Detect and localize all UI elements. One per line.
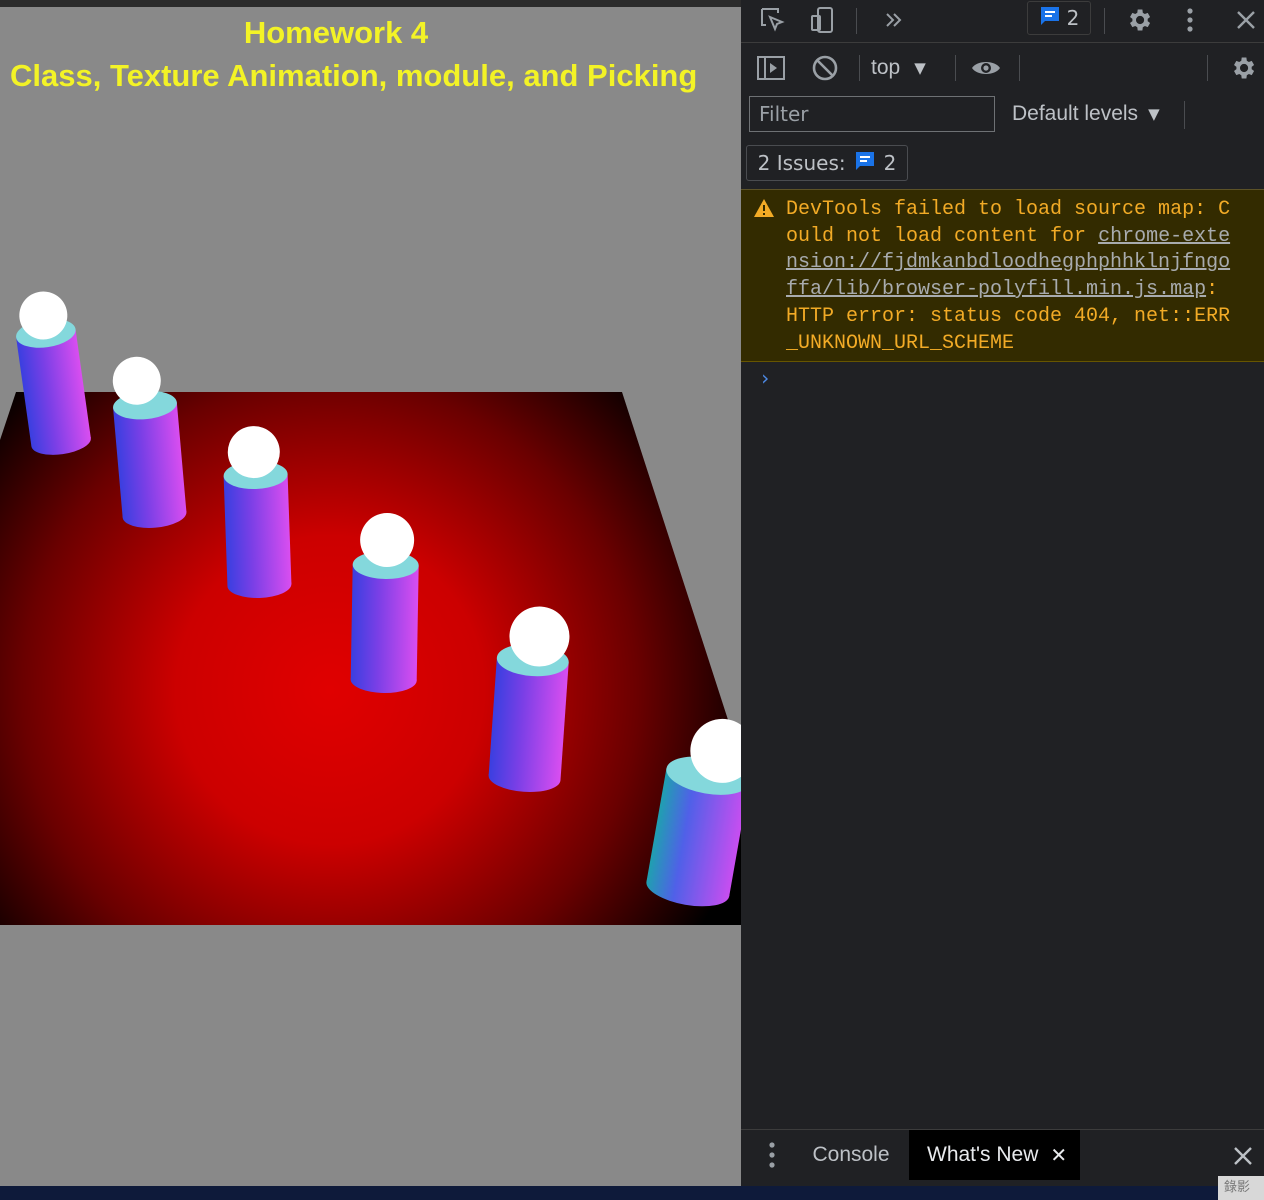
os-taskbar: [0, 1186, 1264, 1200]
context-selector-value: top: [871, 56, 901, 79]
tab-console[interactable]: Console: [796, 1130, 906, 1180]
taskbar-corner-label: 錄影: [1218, 1176, 1264, 1200]
devtools-main-toolbar: 2: [741, 0, 1264, 43]
drawer-menu-kebab-icon[interactable]: [759, 1140, 785, 1170]
console-filter-input[interactable]: [749, 96, 995, 132]
tab-whats-new-label: What's New: [927, 1143, 1039, 1166]
console-toolbar: top ▼: [741, 43, 1264, 93]
log-levels-label: Default levels: [1012, 102, 1139, 125]
issues-row: 2 Issues: 2: [741, 139, 1264, 190]
page-subtitle: Class, Texture Animation, module, and Pi…: [10, 58, 698, 93]
clear-console-icon[interactable]: [807, 51, 843, 85]
log-levels-dropdown[interactable]: Default levels ▼: [1012, 96, 1172, 132]
dropdown-caret-icon: ▼: [914, 59, 926, 77]
close-drawer-icon[interactable]: [1229, 1142, 1257, 1170]
page-title: Homework 4: [243, 15, 429, 50]
issues-label: 2 Issues:: [757, 151, 846, 175]
show-sidebar-icon[interactable]: [753, 51, 789, 85]
device-toolbar-icon[interactable]: [805, 4, 841, 36]
console-prompt-icon[interactable]: ›: [759, 366, 771, 390]
tab-whats-new[interactable]: What's New ✕: [909, 1130, 1080, 1180]
more-tabs-chevron-icon[interactable]: [877, 4, 911, 36]
issues-button[interactable]: 2 Issues: 2: [746, 145, 908, 181]
close-devtools-icon[interactable]: [1229, 3, 1263, 37]
live-expression-eye-icon[interactable]: [967, 51, 1005, 85]
dropdown-caret-icon: ▼: [1148, 105, 1160, 123]
message-icon: [1039, 5, 1061, 31]
pin-4[interactable]: [350, 512, 419, 693]
issues-counter-button[interactable]: 2: [1027, 1, 1091, 35]
settings-gear-icon[interactable]: [1121, 3, 1157, 37]
console-warning-message: DevTools failed to load source map: Coul…: [741, 190, 1264, 362]
tab-console-label: Console: [812, 1143, 890, 1166]
warning-triangle-icon: [753, 198, 775, 222]
webgl-canvas[interactable]: [0, 0, 741, 1186]
drawer-tab-bar: Console What's New ✕: [741, 1129, 1264, 1180]
webgl-page: Homework 4 Class, Texture Animation, mod…: [0, 0, 741, 1186]
warning-text: DevTools failed to load source map: Coul…: [786, 197, 1231, 357]
console-settings-gear-icon[interactable]: [1225, 51, 1261, 85]
more-options-kebab-icon[interactable]: [1175, 3, 1205, 37]
close-tab-icon[interactable]: ✕: [1050, 1143, 1067, 1168]
issues-counter-value: 2: [1066, 6, 1080, 30]
filter-row: Default levels ▼: [741, 93, 1264, 139]
issues-count: 2: [883, 151, 897, 175]
context-selector[interactable]: top ▼: [871, 51, 951, 85]
message-icon: [854, 150, 876, 177]
inspect-element-icon[interactable]: [755, 4, 791, 36]
devtools-panel: 2 top ▼ Filter Default levels ▼ 2 Issues…: [741, 0, 1264, 1186]
